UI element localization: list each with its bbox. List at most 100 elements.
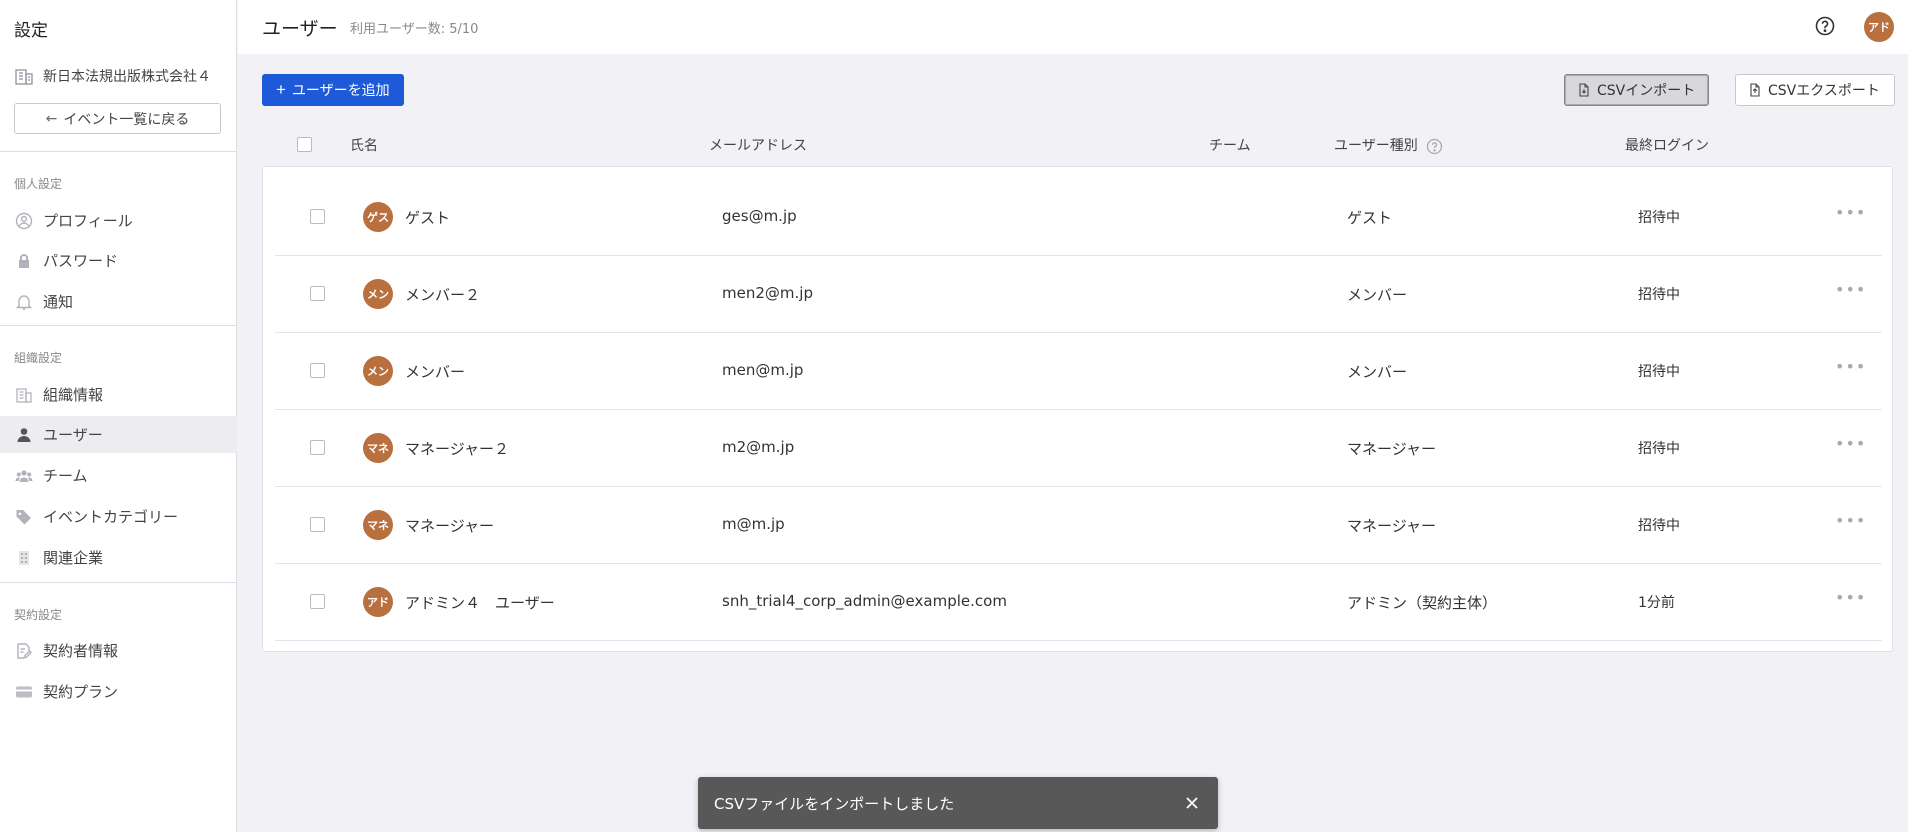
toast-message: CSVファイルをインポートしました [714,794,955,813]
more-menu-icon[interactable]: ••• [1835,588,1865,614]
more-menu-icon[interactable]: ••• [1835,357,1865,383]
table-row[interactable]: メン メンバー２ men2@m.jp メンバー 招待中 ••• [275,256,1882,333]
sidebar-item-label: チーム [43,467,88,485]
close-icon[interactable] [1182,793,1202,813]
row-checkbox[interactable] [310,363,325,378]
question-icon[interactable] [1426,138,1443,155]
user-name: マネージャー２ [405,440,509,458]
sidebar-item-event-category[interactable]: イベントカテゴリー [0,498,237,535]
toast-notification: CSVファイルをインポートしました [698,777,1218,829]
table-row[interactable]: マネ マネージャー２ m2@m.jp マネージャー 招待中 ••• [275,410,1882,487]
user-last-login: 招待中 [1638,287,1680,303]
avatar[interactable]: アド [1864,12,1894,42]
csv-import-button[interactable]: CSVインポート [1564,74,1709,106]
user-last-login: 招待中 [1638,210,1680,226]
user-last-login: 招待中 [1638,441,1680,457]
app-root: 設定 新日本法規出版株式会社４ ← イベント一覧に戻る 個人設定 プロフィール [0,0,1908,832]
user-name: メンバー２ [405,286,481,304]
more-menu-icon[interactable]: ••• [1835,434,1865,460]
user-role: ゲスト [1347,209,1393,227]
table-row[interactable]: ゲス ゲスト ges@m.jp ゲスト 招待中 ••• [275,179,1882,256]
sidebar-item-profile[interactable]: プロフィール [0,202,237,239]
user-email: men2@m.jp [722,284,813,302]
row-checkbox[interactable] [310,594,325,609]
user-name: マネージャー [405,517,494,535]
user-icon [14,425,34,445]
csv-export-label: CSVエクスポート [1768,83,1880,99]
section-organization: 組織設定 [14,351,63,365]
more-menu-icon[interactable]: ••• [1835,511,1865,537]
row-checkbox[interactable] [310,209,325,224]
user-name: アドミン４ ユーザー [405,594,555,612]
more-menu-icon[interactable]: ••• [1835,280,1865,306]
user-email: snh_trial4_corp_admin@example.com [722,592,1007,610]
sidebar-title: 設定 [14,21,48,41]
user-count: 利用ユーザー数: 5/10 [350,22,479,37]
sidebar-item-label: イベントカテゴリー [43,508,179,526]
header: ユーザー 利用ユーザー数: 5/10 アド [238,0,1908,54]
page-title: ユーザー [262,18,338,40]
column-header-role-label: ユーザー種別 [1334,138,1418,154]
row-checkbox[interactable] [310,440,325,455]
column-header-team[interactable]: チーム [1209,135,1251,155]
table-row[interactable]: メン メンバー men@m.jp メンバー 招待中 ••• [275,333,1882,410]
user-email: men@m.jp [722,361,804,379]
org-name: 新日本法規出版株式会社４ [14,64,211,88]
avatar: マネ [363,433,393,463]
sidebar-item-org-info[interactable]: 組織情報 [0,376,237,413]
sidebar-item-notification[interactable]: 通知 [0,283,237,320]
team-icon [14,466,34,486]
sidebar-item-team[interactable]: チーム [0,457,237,494]
column-header-name[interactable]: 氏名 [350,135,378,155]
csv-import-label: CSVインポート [1597,83,1696,99]
avatar: メン [363,279,393,309]
row-checkbox[interactable] [310,286,325,301]
sidebar-item-label: 関連企業 [43,549,104,567]
user-role: メンバー [1347,286,1408,304]
section-contract: 契約設定 [14,608,63,622]
user-last-login: 招待中 [1638,518,1680,534]
column-header-role[interactable]: ユーザー種別 [1334,135,1443,155]
csv-export-button[interactable]: CSVエクスポート [1735,74,1895,106]
column-header-last-login[interactable]: 最終ログイン [1625,135,1709,155]
user-last-login: 1分前 [1638,595,1675,611]
user-role: マネージャー [1347,440,1436,458]
contract-icon [14,641,34,661]
back-to-events-label: イベント一覧に戻る [63,111,190,128]
building-icon [14,385,34,405]
avatar: メン [363,356,393,386]
add-user-button[interactable]: + ユーザーを追加 [262,74,404,106]
profile-icon [14,211,34,231]
tag-icon [14,507,34,527]
sidebar-item-label: プロフィール [43,212,133,230]
row-checkbox[interactable] [310,517,325,532]
divider [0,151,237,152]
org-name-label: 新日本法規出版株式会社４ [43,69,211,85]
sidebar-item-users[interactable]: ユーザー [0,416,237,453]
sidebar-item-label: ユーザー [43,426,103,444]
help-icon[interactable] [1814,15,1836,37]
select-all-checkbox[interactable] [297,137,312,152]
sidebar-item-contract-plan[interactable]: 契約プラン [0,673,237,710]
more-menu-icon[interactable]: ••• [1835,203,1865,229]
avatar: アド [363,587,393,617]
sidebar-item-related-companies[interactable]: 関連企業 [0,539,237,576]
file-icon [1750,83,1760,97]
user-role: アドミン（契約主体） [1347,594,1498,612]
user-table: ゲス ゲスト ges@m.jp ゲスト 招待中 ••• メン メンバー２ men… [262,166,1893,652]
user-role: メンバー [1347,363,1408,381]
file-icon [1579,83,1589,97]
sidebar-item-label: 契約者情報 [43,642,119,660]
table-row[interactable]: アド アドミン４ ユーザー snh_trial4_corp_admin@exam… [275,564,1882,641]
sidebar-item-label: 通知 [43,293,74,311]
user-last-login: 招待中 [1638,364,1680,380]
lock-icon [14,251,34,271]
table-row[interactable]: マネ マネージャー m@m.jp マネージャー 招待中 ••• [275,487,1882,564]
sidebar-item-password[interactable]: パスワード [0,242,237,279]
user-email: ges@m.jp [722,207,797,225]
sidebar-item-contractor-info[interactable]: 契約者情報 [0,632,237,669]
sidebar: 設定 新日本法規出版株式会社４ ← イベント一覧に戻る 個人設定 プロフィール [0,0,237,832]
building-icon [15,69,33,85]
column-header-email[interactable]: メールアドレス [709,135,807,155]
back-to-events-button[interactable]: ← イベント一覧に戻る [14,103,221,134]
